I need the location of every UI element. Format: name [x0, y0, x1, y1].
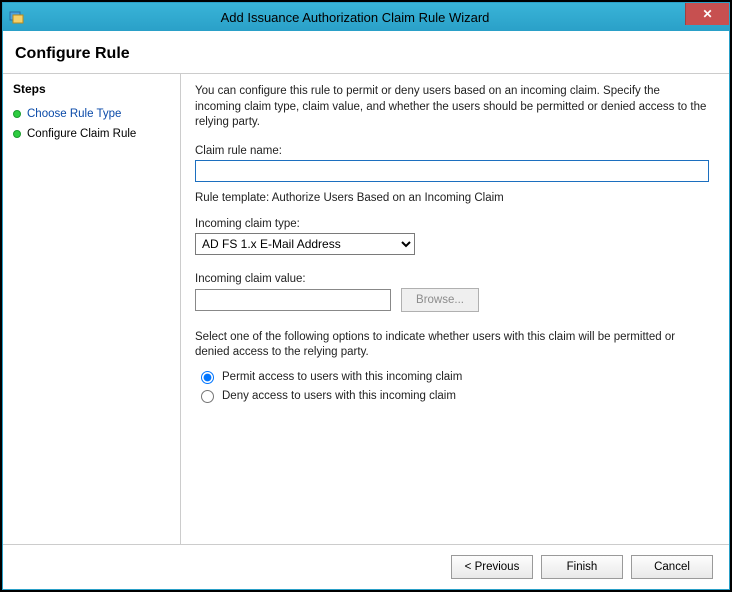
steps-heading: Steps	[13, 82, 170, 96]
incoming-claim-value-label: Incoming claim value:	[195, 273, 709, 285]
select-option-instructions: Select one of the following options to i…	[195, 330, 709, 361]
step-label: Configure Claim Rule	[27, 128, 136, 140]
incoming-claim-value-input[interactable]	[195, 289, 391, 311]
description-text: You can configure this rule to permit or…	[195, 84, 709, 131]
titlebar: Add Issuance Authorization Claim Rule Wi…	[3, 3, 729, 31]
previous-button[interactable]: < Previous	[451, 555, 533, 579]
browse-button: Browse...	[401, 288, 479, 312]
step-label: Choose Rule Type	[27, 108, 121, 120]
radio-deny[interactable]	[201, 390, 214, 403]
wizard-window: Add Issuance Authorization Claim Rule Wi…	[2, 2, 730, 590]
close-button[interactable]: ✕	[685, 3, 729, 25]
content-area: Configure Rule Steps Choose Rule Type Co…	[3, 31, 729, 589]
radio-deny-label: Deny access to users with this incoming …	[222, 390, 456, 402]
step-bullet-icon	[13, 110, 21, 118]
window-title: Add Issuance Authorization Claim Rule Wi…	[25, 10, 685, 25]
incoming-claim-value-row: Browse...	[195, 288, 709, 312]
close-icon: ✕	[702, 7, 712, 21]
finish-button[interactable]: Finish	[541, 555, 623, 579]
app-icon	[9, 9, 25, 25]
step-configure-claim-rule[interactable]: Configure Claim Rule	[13, 124, 170, 144]
footer: < Previous Finish Cancel	[3, 544, 729, 589]
step-bullet-icon	[13, 130, 21, 138]
radio-permit[interactable]	[201, 371, 214, 384]
page-header: Configure Rule	[3, 31, 729, 74]
incoming-claim-type-label: Incoming claim type:	[195, 218, 709, 230]
incoming-claim-type-select[interactable]: AD FS 1.x E-Mail Address	[195, 233, 415, 255]
body: Steps Choose Rule Type Configure Claim R…	[3, 74, 729, 544]
radio-permit-label: Permit access to users with this incomin…	[222, 371, 462, 383]
page-title: Configure Rule	[15, 45, 717, 63]
claim-rule-name-input[interactable]	[195, 160, 709, 182]
radio-permit-row[interactable]: Permit access to users with this incomin…	[201, 371, 709, 384]
steps-sidebar: Steps Choose Rule Type Configure Claim R…	[3, 74, 181, 544]
rule-template-text: Rule template: Authorize Users Based on …	[195, 192, 709, 204]
step-choose-rule-type[interactable]: Choose Rule Type	[13, 104, 170, 124]
claim-rule-name-label: Claim rule name:	[195, 145, 709, 157]
main-panel: You can configure this rule to permit or…	[181, 74, 729, 544]
cancel-button[interactable]: Cancel	[631, 555, 713, 579]
radio-deny-row[interactable]: Deny access to users with this incoming …	[201, 390, 709, 403]
